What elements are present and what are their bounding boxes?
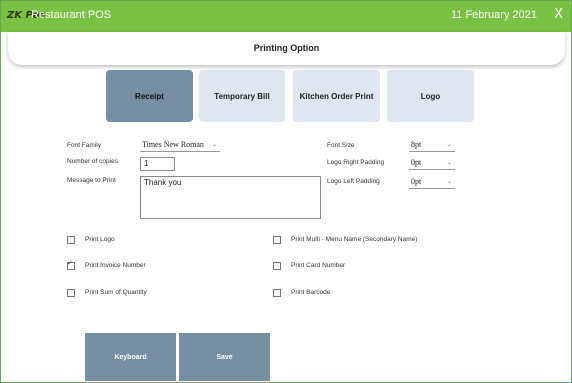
check-icon: ✓ [67,259,73,267]
print-sum-quantity-label: Print Sum of Quantity [85,289,147,296]
tab-receipt[interactable]: Receipt [106,70,193,122]
message-label: Message to Print [67,177,116,184]
date-display: 11 February 2021 [450,9,537,21]
print-invoice-number-label: Print Invoice Number [85,262,146,269]
title-bar: ZK Pos Restaurant POS 11 February 2021 X [1,1,571,32]
print-card-number-label: Print Card Number [291,262,346,269]
print-sum-quantity-checkbox[interactable] [67,289,75,297]
print-multi-menu-checkbox[interactable] [273,236,281,244]
print-logo-label: Print Logo [85,236,115,243]
chevron-down-icon: ⌄ [211,142,217,148]
print-invoice-number-checkbox[interactable]: ✓ [67,259,75,270]
app-title: Restaurant POS [31,9,112,21]
logo-right-padding-select[interactable]: 0pt ⌄ [409,158,455,170]
logo-left-padding-label: Logo Left Padding [327,178,380,185]
logo-right-padding-label: Logo Right Padding [327,159,385,166]
font-size-value: 8pt [411,140,422,149]
print-logo-checkbox[interactable] [67,236,75,244]
print-barcode-label: Print Barcode [291,289,331,296]
font-family-value: Times New Roman [142,140,204,149]
chevron-down-icon: ⌄ [446,179,452,185]
print-card-number-checkbox[interactable] [273,262,281,270]
font-size-label: Font Size [327,142,355,149]
message-textarea[interactable]: Thank you [140,176,321,219]
logo-right-padding-value: 0pt [411,158,422,167]
copies-label: Number of copies [67,158,118,165]
logo-left-padding-value: 0pt [411,177,422,186]
font-family-label: Font Family [67,142,101,149]
copies-input[interactable]: 1 [140,157,175,171]
save-button[interactable]: Save [179,333,270,381]
tab-logo[interactable]: Logo [387,70,474,122]
font-size-select[interactable]: 8pt ⌄ [409,140,455,152]
print-barcode-checkbox[interactable] [273,289,281,297]
tab-kitchen-order-print[interactable]: Kitchen Order Print [293,70,380,122]
print-multi-menu-label: Print Multi - Menu Name (Secondary Name) [291,236,418,243]
message-value: Thank you [144,178,182,187]
font-family-select[interactable]: Times New Roman ⌄ [140,140,220,152]
logo-left-padding-select[interactable]: 0pt ⌄ [409,177,455,189]
close-icon[interactable]: X [554,7,563,22]
keyboard-button[interactable]: Keyboard [85,333,176,381]
chevron-down-icon: ⌄ [446,142,452,148]
page-title: Printing Option [253,43,320,53]
chevron-down-icon: ⌄ [446,160,452,166]
page-header: Printing Option [8,32,565,65]
copies-value: 1 [144,159,149,168]
tab-temporary-bill[interactable]: Temporary Bill [199,70,285,122]
